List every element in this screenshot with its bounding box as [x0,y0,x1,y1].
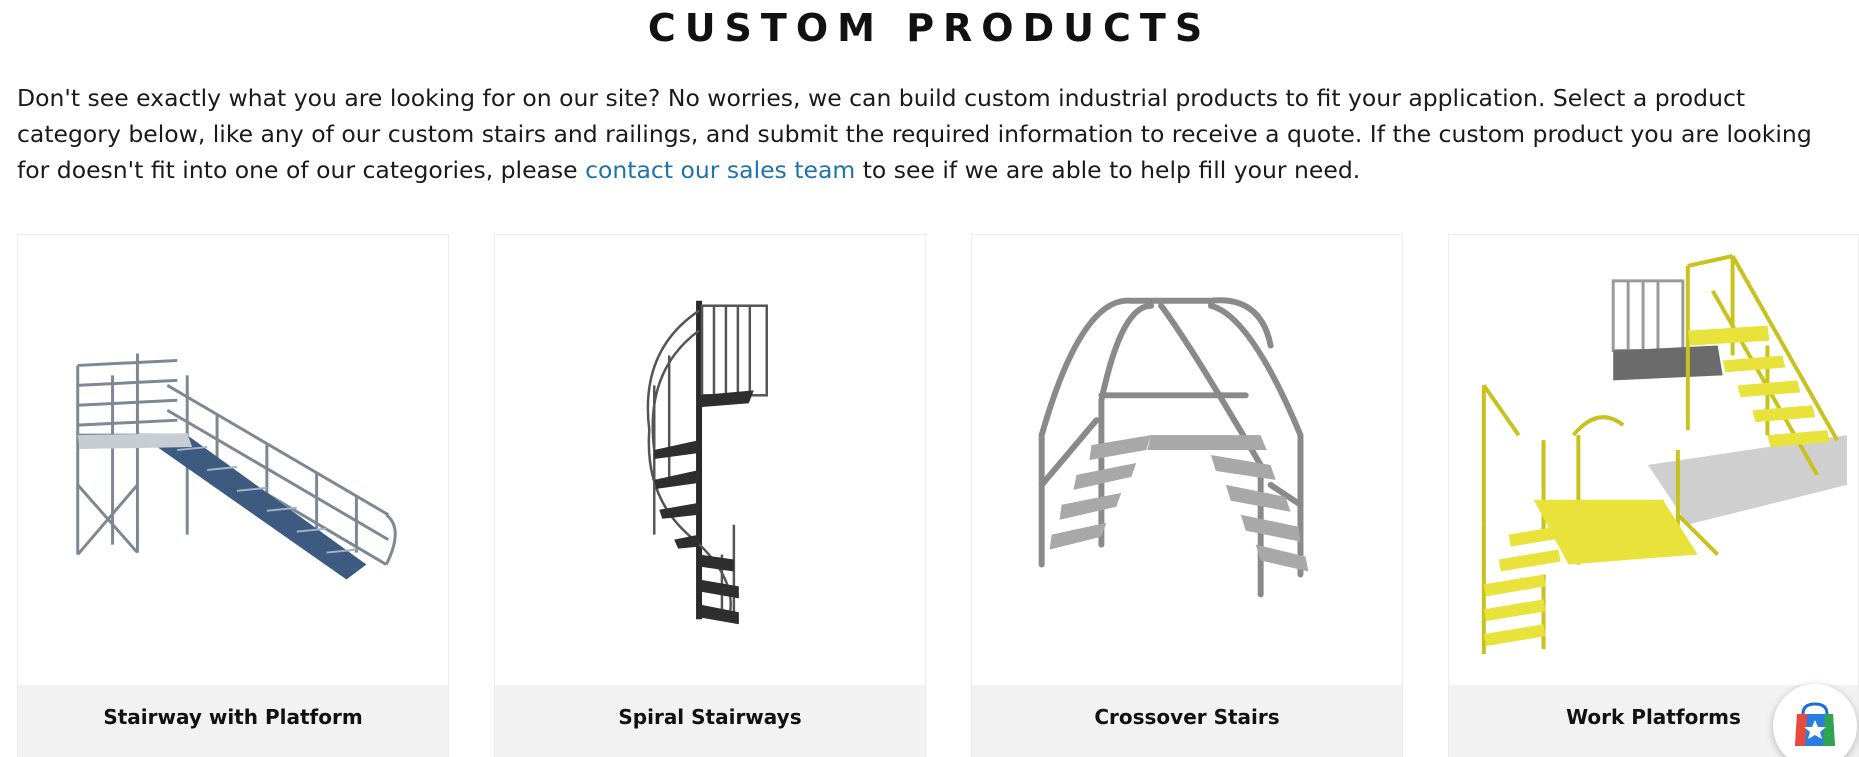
intro-paragraph: Don't see exactly what you are looking f… [17,80,1847,188]
crossover-stairs-image [1038,297,1309,598]
contact-sales-link[interactable]: contact our sales team [585,156,855,184]
stairway-platform-image [76,353,397,580]
spiral-stairway-image [646,300,768,625]
product-card-crossover-stairs[interactable]: Crossover Stairs [971,234,1403,757]
product-label[interactable]: Spiral Stairways [495,705,925,729]
product-label-bar: Stairway with Platform [18,685,448,757]
intro-text-end: to see if we are able to help fill your … [855,156,1361,184]
product-card-spiral-stairways[interactable]: Spiral Stairways [494,234,926,757]
product-label[interactable]: Crossover Stairs [972,705,1402,729]
product-label[interactable]: Stairway with Platform [18,705,448,729]
product-card-stairway-with-platform[interactable]: Stairway with Platform [17,234,449,757]
product-label-bar: Spiral Stairways [495,685,925,757]
product-label-bar: Crossover Stairs [972,685,1402,757]
work-platforms-image [1481,254,1848,655]
page-title: CUSTOM PRODUCTS [647,6,1212,50]
shopping-bag-star-icon [1795,702,1835,746]
product-card-work-platforms[interactable]: Work Platforms [1448,234,1859,757]
